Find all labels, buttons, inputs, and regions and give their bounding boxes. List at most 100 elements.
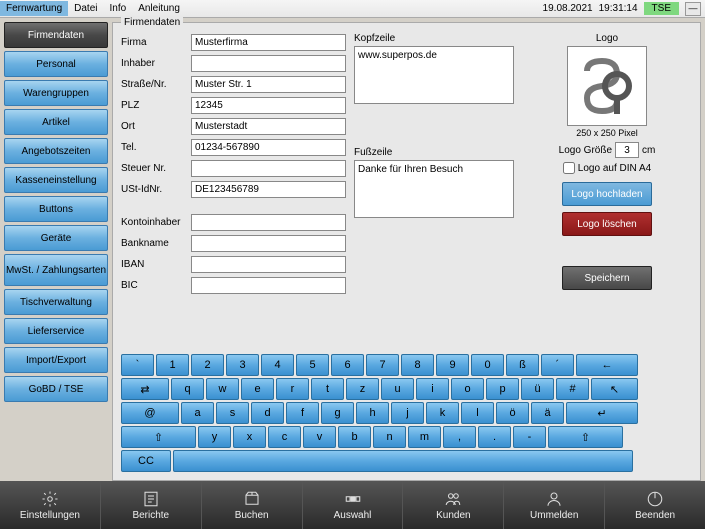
- key-t[interactable]: t: [311, 378, 344, 400]
- key-n[interactable]: n: [373, 426, 406, 448]
- key-@[interactable]: @: [121, 402, 179, 424]
- key-ß[interactable]: ß: [506, 354, 539, 376]
- bottom-kunden[interactable]: Kunden: [403, 481, 504, 529]
- key-↖[interactable]: ↖: [591, 378, 638, 400]
- sidebar-item-0[interactable]: Firmendaten: [4, 22, 108, 48]
- menu-anleitung[interactable]: Anleitung: [132, 1, 186, 16]
- key-1[interactable]: 1: [156, 354, 189, 376]
- key-6[interactable]: 6: [331, 354, 364, 376]
- key-s[interactable]: s: [216, 402, 249, 424]
- key-c[interactable]: c: [268, 426, 301, 448]
- sidebar-item-1[interactable]: Personal: [4, 51, 108, 77]
- checkbox-din-a4[interactable]: [563, 162, 575, 174]
- input-iban[interactable]: [191, 256, 346, 273]
- input-kontoinhaber[interactable]: [191, 214, 346, 231]
- bottom-ummelden[interactable]: Ummelden: [504, 481, 605, 529]
- key-b[interactable]: b: [338, 426, 371, 448]
- key-y[interactable]: y: [198, 426, 231, 448]
- input-logo-size[interactable]: [615, 142, 639, 158]
- key-o[interactable]: o: [451, 378, 484, 400]
- delete-logo-button[interactable]: Logo löschen: [562, 212, 652, 236]
- sidebar-item-7[interactable]: Geräte: [4, 225, 108, 251]
- key-⇧[interactable]: ⇧: [548, 426, 623, 448]
- bottom-beenden[interactable]: Beenden: [605, 481, 705, 529]
- sidebar-item-9[interactable]: Tischverwaltung: [4, 289, 108, 315]
- key-4[interactable]: 4: [261, 354, 294, 376]
- key--[interactable]: -: [513, 426, 546, 448]
- key-,[interactable]: ,: [443, 426, 476, 448]
- key-m[interactable]: m: [408, 426, 441, 448]
- key-d[interactable]: d: [251, 402, 284, 424]
- bottom-buchen[interactable]: Buchen: [202, 481, 303, 529]
- key-←[interactable]: ←: [576, 354, 638, 376]
- sidebar-item-6[interactable]: Buttons: [4, 196, 108, 222]
- key-#[interactable]: #: [556, 378, 589, 400]
- sidebar-item-8[interactable]: MwSt. / Zahlungsarten: [4, 254, 108, 286]
- key-u[interactable]: u: [381, 378, 414, 400]
- sidebar-item-12[interactable]: GoBD / TSE: [4, 376, 108, 402]
- key-5[interactable]: 5: [296, 354, 329, 376]
- key-8[interactable]: 8: [401, 354, 434, 376]
- key-v[interactable]: v: [303, 426, 336, 448]
- bottom-label: Beenden: [635, 510, 675, 521]
- input-inhaber[interactable]: [191, 55, 346, 72]
- key-h[interactable]: h: [356, 402, 389, 424]
- key-`[interactable]: `: [121, 354, 154, 376]
- key-i[interactable]: i: [416, 378, 449, 400]
- input-steuernr[interactable]: [191, 160, 346, 177]
- sidebar-item-3[interactable]: Artikel: [4, 109, 108, 135]
- input-ort[interactable]: [191, 118, 346, 135]
- upload-logo-button[interactable]: Logo hochladen: [562, 182, 652, 206]
- key-k[interactable]: k: [426, 402, 459, 424]
- key-2[interactable]: 2: [191, 354, 224, 376]
- key-⇧[interactable]: ⇧: [121, 426, 196, 448]
- key-r[interactable]: r: [276, 378, 309, 400]
- key-.[interactable]: .: [478, 426, 511, 448]
- key-z[interactable]: z: [346, 378, 379, 400]
- menu-datei[interactable]: Datei: [68, 1, 103, 16]
- sidebar-item-11[interactable]: Import/Export: [4, 347, 108, 373]
- key-space[interactable]: [173, 450, 633, 472]
- key-j[interactable]: j: [391, 402, 424, 424]
- key-3[interactable]: 3: [226, 354, 259, 376]
- key-7[interactable]: 7: [366, 354, 399, 376]
- key-a[interactable]: a: [181, 402, 214, 424]
- key-f[interactable]: f: [286, 402, 319, 424]
- input-firma[interactable]: [191, 34, 346, 51]
- bottom-einstellungen[interactable]: Einstellungen: [0, 481, 101, 529]
- key-↵[interactable]: ↵: [566, 402, 638, 424]
- bottom-berichte[interactable]: Berichte: [101, 481, 202, 529]
- key-´[interactable]: ´: [541, 354, 574, 376]
- save-button[interactable]: Speichern: [562, 266, 652, 290]
- input-ustid[interactable]: [191, 181, 346, 198]
- bottom-auswahl[interactable]: Auswahl: [303, 481, 404, 529]
- key-w[interactable]: w: [206, 378, 239, 400]
- minimize-button[interactable]: —: [685, 2, 701, 16]
- key-ü[interactable]: ü: [521, 378, 554, 400]
- sidebar-item-5[interactable]: Kasseneinstellung: [4, 167, 108, 193]
- menu-fernwartung[interactable]: Fernwartung: [0, 1, 68, 16]
- input-bankname[interactable]: [191, 235, 346, 252]
- key-x[interactable]: x: [233, 426, 266, 448]
- input-plz[interactable]: [191, 97, 346, 114]
- key-g[interactable]: g: [321, 402, 354, 424]
- sidebar-item-10[interactable]: Lieferservice: [4, 318, 108, 344]
- key-l[interactable]: l: [461, 402, 494, 424]
- key-e[interactable]: e: [241, 378, 274, 400]
- key-ö[interactable]: ö: [496, 402, 529, 424]
- input-tel[interactable]: [191, 139, 346, 156]
- sidebar-item-2[interactable]: Warengruppen: [4, 80, 108, 106]
- sidebar-item-4[interactable]: Angebotszeiten: [4, 138, 108, 164]
- key-ä[interactable]: ä: [531, 402, 564, 424]
- input-bic[interactable]: [191, 277, 346, 294]
- key-⇄[interactable]: ⇄: [121, 378, 169, 400]
- key-0[interactable]: 0: [471, 354, 504, 376]
- key-p[interactable]: p: [486, 378, 519, 400]
- menu-info[interactable]: Info: [104, 1, 133, 16]
- key-CC[interactable]: CC: [121, 450, 171, 472]
- textarea-kopfzeile[interactable]: [354, 46, 514, 104]
- input-strasse[interactable]: [191, 76, 346, 93]
- key-9[interactable]: 9: [436, 354, 469, 376]
- key-q[interactable]: q: [171, 378, 204, 400]
- textarea-fusszeile[interactable]: [354, 160, 514, 218]
